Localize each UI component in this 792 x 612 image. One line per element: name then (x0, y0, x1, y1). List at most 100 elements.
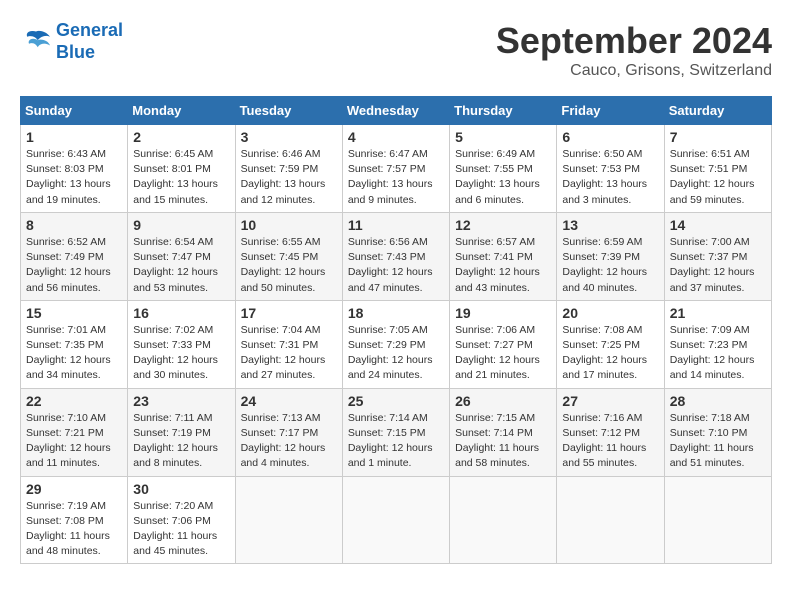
weekday-header-thursday: Thursday (450, 97, 557, 125)
day-detail: Sunrise: 7:00 AM Sunset: 7:37 PM Dayligh… (670, 235, 766, 296)
logo-icon (20, 28, 52, 56)
calendar-cell: 18Sunrise: 7:05 AM Sunset: 7:29 PM Dayli… (342, 300, 449, 388)
calendar-cell: 29 Sunrise: 7:19 AM Sunset: 7:08 PM Dayli… (21, 476, 128, 564)
day-number: 3 (241, 129, 337, 145)
day-number: 4 (348, 129, 444, 145)
day-number: 13 (562, 217, 658, 233)
day-number: 2 (133, 129, 229, 145)
weekday-header-wednesday: Wednesday (342, 97, 449, 125)
day-number: 23 (133, 393, 229, 409)
day-number: 9 (133, 217, 229, 233)
month-title: September 2024 (496, 20, 772, 62)
day-detail: Sunrise: 6:54 AM Sunset: 7:47 PM Dayligh… (133, 235, 229, 296)
day-detail: Sunrise: 7:05 AM Sunset: 7:29 PM Dayligh… (348, 323, 444, 384)
weekday-header-friday: Friday (557, 97, 664, 125)
calendar-cell: 15Sunrise: 7:01 AM Sunset: 7:35 PM Dayli… (21, 300, 128, 388)
calendar-cell: 24 Sunrise: 7:13 AM Sunset: 7:17 PM Dayli… (235, 388, 342, 476)
day-detail: Sunrise: 6:52 AM Sunset: 7:49 PM Dayligh… (26, 235, 122, 296)
calendar-cell: 8 Sunrise: 6:52 AM Sunset: 7:49 PM Daylig… (21, 212, 128, 300)
calendar-cell: 30 Sunrise: 7:20 AM Sunset: 7:06 PM Dayli… (128, 476, 235, 564)
calendar-cell: 23 Sunrise: 7:11 AM Sunset: 7:19 PM Dayli… (128, 388, 235, 476)
day-number: 29 (26, 481, 122, 497)
day-number: 20 (562, 305, 658, 321)
week-row-1: 1Sunrise: 6:43 AM Sunset: 8:03 PM Daylig… (21, 125, 772, 213)
day-detail: Sunrise: 6:55 AM Sunset: 7:45 PM Dayligh… (241, 235, 337, 296)
calendar-cell: 17 Sunrise: 7:04 AM Sunset: 7:31 PM Dayli… (235, 300, 342, 388)
day-number: 30 (133, 481, 229, 497)
day-detail: Sunrise: 7:15 AM Sunset: 7:14 PM Dayligh… (455, 411, 551, 472)
day-detail: Sunrise: 7:16 AM Sunset: 7:12 PM Dayligh… (562, 411, 658, 472)
calendar-cell (450, 476, 557, 564)
calendar-cell: 27 Sunrise: 7:16 AM Sunset: 7:12 PM Dayli… (557, 388, 664, 476)
calendar-cell: 6 Sunrise: 6:50 AM Sunset: 7:53 PM Daylig… (557, 125, 664, 213)
day-detail: Sunrise: 7:13 AM Sunset: 7:17 PM Dayligh… (241, 411, 337, 472)
calendar-cell: 11Sunrise: 6:56 AM Sunset: 7:43 PM Dayli… (342, 212, 449, 300)
title-block: September 2024 Cauco, Grisons, Switzerla… (496, 20, 772, 80)
day-number: 6 (562, 129, 658, 145)
weekday-header-tuesday: Tuesday (235, 97, 342, 125)
day-detail: Sunrise: 6:43 AM Sunset: 8:03 PM Dayligh… (26, 147, 122, 208)
location-title: Cauco, Grisons, Switzerland (496, 62, 772, 80)
calendar-cell: 19 Sunrise: 7:06 AM Sunset: 7:27 PM Dayli… (450, 300, 557, 388)
day-detail: Sunrise: 6:45 AM Sunset: 8:01 PM Dayligh… (133, 147, 229, 208)
calendar-cell: 2 Sunrise: 6:45 AM Sunset: 8:01 PM Daylig… (128, 125, 235, 213)
day-detail: Sunrise: 7:19 AM Sunset: 7:08 PM Dayligh… (26, 499, 122, 560)
day-detail: Sunrise: 7:08 AM Sunset: 7:25 PM Dayligh… (562, 323, 658, 384)
day-number: 8 (26, 217, 122, 233)
day-number: 22 (26, 393, 122, 409)
day-number: 21 (670, 305, 766, 321)
calendar-cell: 28 Sunrise: 7:18 AM Sunset: 7:10 PM Dayli… (664, 388, 771, 476)
day-number: 19 (455, 305, 551, 321)
day-detail: Sunrise: 7:06 AM Sunset: 7:27 PM Dayligh… (455, 323, 551, 384)
day-number: 14 (670, 217, 766, 233)
day-number: 28 (670, 393, 766, 409)
day-number: 27 (562, 393, 658, 409)
logo-text: General Blue (56, 20, 123, 63)
day-detail: Sunrise: 6:49 AM Sunset: 7:55 PM Dayligh… (455, 147, 551, 208)
weekday-header-saturday: Saturday (664, 97, 771, 125)
day-number: 5 (455, 129, 551, 145)
day-detail: Sunrise: 7:10 AM Sunset: 7:21 PM Dayligh… (26, 411, 122, 472)
calendar-cell: 10 Sunrise: 6:55 AM Sunset: 7:45 PM Dayli… (235, 212, 342, 300)
weekday-header-monday: Monday (128, 97, 235, 125)
day-number: 15 (26, 305, 122, 321)
page-header: General Blue September 2024 Cauco, Griso… (20, 20, 772, 80)
day-number: 16 (133, 305, 229, 321)
day-detail: Sunrise: 6:56 AM Sunset: 7:43 PM Dayligh… (348, 235, 444, 296)
calendar-cell: 4 Sunrise: 6:47 AM Sunset: 7:57 PM Daylig… (342, 125, 449, 213)
day-number: 24 (241, 393, 337, 409)
week-row-2: 8 Sunrise: 6:52 AM Sunset: 7:49 PM Daylig… (21, 212, 772, 300)
day-detail: Sunrise: 6:46 AM Sunset: 7:59 PM Dayligh… (241, 147, 337, 208)
day-detail: Sunrise: 7:18 AM Sunset: 7:10 PM Dayligh… (670, 411, 766, 472)
day-number: 12 (455, 217, 551, 233)
logo: General Blue (20, 20, 123, 63)
day-detail: Sunrise: 7:14 AM Sunset: 7:15 PM Dayligh… (348, 411, 444, 472)
calendar-cell: 5 Sunrise: 6:49 AM Sunset: 7:55 PM Daylig… (450, 125, 557, 213)
day-detail: Sunrise: 6:50 AM Sunset: 7:53 PM Dayligh… (562, 147, 658, 208)
calendar-cell (342, 476, 449, 564)
calendar-cell: 12 Sunrise: 6:57 AM Sunset: 7:41 PM Dayli… (450, 212, 557, 300)
day-number: 10 (241, 217, 337, 233)
day-number: 17 (241, 305, 337, 321)
week-row-4: 22 Sunrise: 7:10 AM Sunset: 7:21 PM Dayli… (21, 388, 772, 476)
week-row-5: 29 Sunrise: 7:19 AM Sunset: 7:08 PM Dayli… (21, 476, 772, 564)
day-detail: Sunrise: 7:11 AM Sunset: 7:19 PM Dayligh… (133, 411, 229, 472)
calendar-cell: 25 Sunrise: 7:14 AM Sunset: 7:15 PM Dayli… (342, 388, 449, 476)
day-detail: Sunrise: 6:51 AM Sunset: 7:51 PM Dayligh… (670, 147, 766, 208)
day-detail: Sunrise: 6:57 AM Sunset: 7:41 PM Dayligh… (455, 235, 551, 296)
calendar-cell: 16Sunrise: 7:02 AM Sunset: 7:33 PM Dayli… (128, 300, 235, 388)
weekday-header-sunday: Sunday (21, 97, 128, 125)
calendar-cell (664, 476, 771, 564)
week-row-3: 15Sunrise: 7:01 AM Sunset: 7:35 PM Dayli… (21, 300, 772, 388)
calendar-cell: 26Sunrise: 7:15 AM Sunset: 7:14 PM Dayli… (450, 388, 557, 476)
day-detail: Sunrise: 6:47 AM Sunset: 7:57 PM Dayligh… (348, 147, 444, 208)
day-detail: Sunrise: 7:09 AM Sunset: 7:23 PM Dayligh… (670, 323, 766, 384)
calendar-cell: 13Sunrise: 6:59 AM Sunset: 7:39 PM Dayli… (557, 212, 664, 300)
calendar-table: SundayMondayTuesdayWednesdayThursdayFrid… (20, 96, 772, 564)
day-detail: Sunrise: 7:20 AM Sunset: 7:06 PM Dayligh… (133, 499, 229, 560)
calendar-cell: 9 Sunrise: 6:54 AM Sunset: 7:47 PM Daylig… (128, 212, 235, 300)
day-detail: Sunrise: 7:04 AM Sunset: 7:31 PM Dayligh… (241, 323, 337, 384)
calendar-cell: 1Sunrise: 6:43 AM Sunset: 8:03 PM Daylig… (21, 125, 128, 213)
day-number: 25 (348, 393, 444, 409)
calendar-cell: 20 Sunrise: 7:08 AM Sunset: 7:25 PM Dayli… (557, 300, 664, 388)
